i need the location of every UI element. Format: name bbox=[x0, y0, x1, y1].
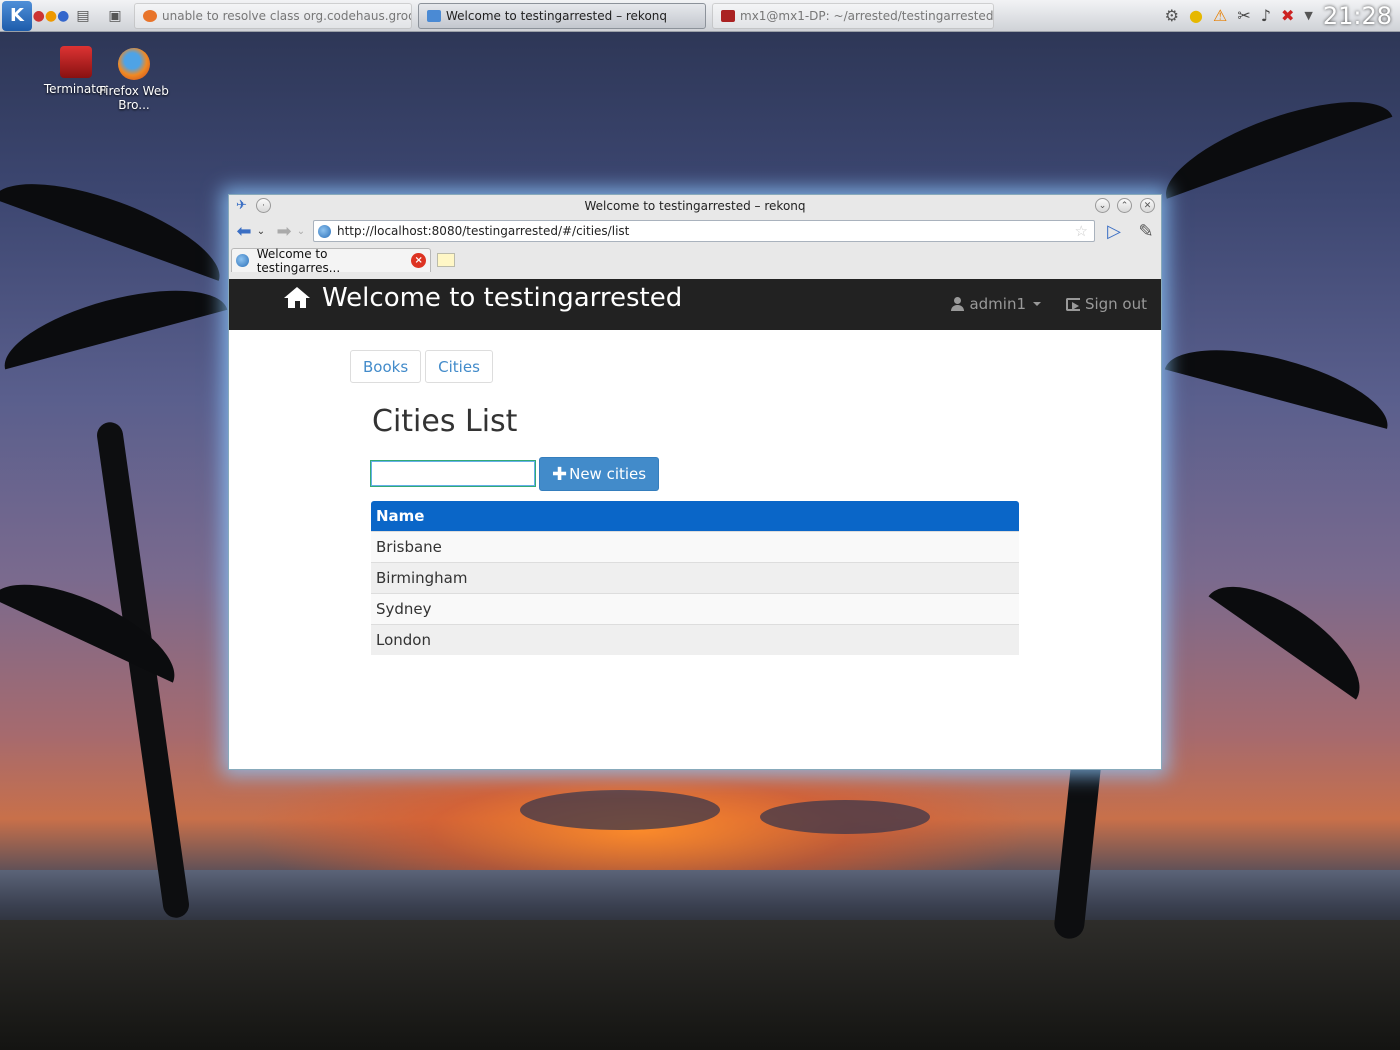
warning-icon[interactable]: ⚠ bbox=[1213, 6, 1227, 25]
kde-menu-icon[interactable]: K bbox=[2, 0, 32, 31]
taskbar: K ● ● ● ▤ ▣ unable to resolve class org.co… bbox=[0, 0, 1400, 32]
wallpaper-cloud bbox=[760, 800, 930, 834]
system-tray: ⚙ ● ⚠ ✂ ♪ ✖ ▼ 21:28 bbox=[1155, 0, 1400, 32]
tools-icon[interactable]: ✎ bbox=[1135, 220, 1157, 242]
wallpaper-cloud bbox=[520, 790, 720, 830]
filter-input[interactable] bbox=[370, 460, 536, 487]
bookmark-star-icon[interactable]: ☆ bbox=[1075, 222, 1088, 240]
desktop-icon-firefox[interactable]: Firefox Web Bro... bbox=[99, 48, 169, 112]
clock[interactable]: 21:28 bbox=[1323, 2, 1392, 30]
section-nav: Books Cities bbox=[350, 350, 497, 383]
home-icon bbox=[284, 287, 310, 309]
wallpaper-palm bbox=[95, 420, 191, 920]
task-label: unable to resolve class org.codehaus.gro… bbox=[162, 8, 411, 23]
tab-bar: Welcome to testingarres... × bbox=[229, 245, 1161, 275]
task-firefox[interactable]: unable to resolve class org.codehaus.gro… bbox=[134, 2, 412, 29]
volume-icon[interactable]: ♪ bbox=[1261, 6, 1271, 25]
wallpaper-ground bbox=[0, 920, 1400, 1050]
cities-table: Name Brisbane Birmingham Sydney London bbox=[371, 501, 1019, 655]
wallpaper-palm bbox=[1164, 330, 1398, 429]
browser-navbar: ⬅ ⌄ ➡ ⌄ http://localhost:8080/testingarr… bbox=[229, 217, 1161, 245]
window-title: Welcome to testingarrested – rekonq bbox=[584, 199, 806, 213]
browser-window: ✈ · Welcome to testingarrested – rekonq … bbox=[228, 194, 1162, 770]
site-brand[interactable]: Welcome to testingarrested bbox=[284, 283, 682, 313]
nav-pill-cities[interactable]: Cities bbox=[425, 350, 493, 383]
user-icon bbox=[951, 297, 965, 311]
firefox-icon bbox=[118, 48, 150, 80]
settings-icon[interactable]: ⚙ bbox=[1165, 6, 1179, 25]
tab-label: Welcome to testingarres... bbox=[256, 246, 341, 275]
browser-tab[interactable]: Welcome to testingarres... × bbox=[231, 246, 431, 275]
url-text: http://localhost:8080/testingarrested/#/… bbox=[337, 224, 630, 238]
back-history-icon[interactable]: ⌄ bbox=[255, 220, 267, 242]
table-row[interactable]: Birmingham bbox=[371, 562, 1019, 593]
terminal-icon bbox=[721, 9, 735, 22]
wallpaper-palm bbox=[1153, 79, 1393, 199]
username: admin1 bbox=[969, 295, 1026, 313]
wallpaper-palm bbox=[1208, 563, 1379, 700]
close-tab-icon[interactable]: × bbox=[411, 253, 426, 268]
globe-icon bbox=[236, 254, 249, 267]
notes-icon[interactable]: ▣ bbox=[102, 4, 128, 28]
back-icon[interactable]: ⬅ bbox=[233, 220, 255, 242]
go-icon[interactable]: ▷ bbox=[1103, 220, 1125, 242]
task-label: mx1@mx1-DP: ~/arrested/testingarrested bbox=[740, 8, 994, 23]
task-terminal[interactable]: mx1@mx1-DP: ~/arrested/testingarrested bbox=[712, 2, 994, 29]
column-header-name[interactable]: Name bbox=[371, 501, 1019, 531]
wallpaper-palm bbox=[0, 271, 228, 370]
terminator-icon bbox=[60, 46, 92, 78]
web-page: Welcome to testingarrested admin1 Sign o… bbox=[229, 279, 1161, 769]
new-tab-icon[interactable] bbox=[437, 253, 455, 267]
minimize-icon[interactable]: ⌄ bbox=[1095, 198, 1110, 213]
sign-out-link[interactable]: Sign out bbox=[1065, 295, 1147, 313]
task-rekonq[interactable]: Welcome to testingarrested – rekonq bbox=[418, 2, 706, 29]
plus-icon: ✚ bbox=[552, 463, 568, 485]
caret-down-icon bbox=[1033, 302, 1041, 306]
rekonq-icon bbox=[427, 9, 441, 22]
forward-icon[interactable]: ➡ bbox=[273, 220, 295, 242]
clipboard-scissors-icon[interactable]: ✂ bbox=[1237, 6, 1250, 25]
new-cities-button[interactable]: ✚ New cities bbox=[539, 457, 660, 491]
url-bar[interactable]: http://localhost:8080/testingarrested/#/… bbox=[313, 220, 1095, 242]
desktop-icon-label: Firefox Web Bro... bbox=[99, 84, 169, 112]
nav-pill-books[interactable]: Books bbox=[350, 350, 422, 383]
new-cities-label: New cities bbox=[569, 465, 647, 483]
file-manager-icon[interactable]: ▤ bbox=[70, 4, 96, 28]
globe-icon bbox=[318, 224, 331, 238]
table-row[interactable]: London bbox=[371, 624, 1019, 655]
activities-icon[interactable]: ● ● ● bbox=[33, 4, 70, 28]
lightbulb-icon[interactable]: ● bbox=[1189, 6, 1203, 25]
table-row[interactable]: Brisbane bbox=[371, 531, 1019, 562]
close-window-icon[interactable]: ✕ bbox=[1140, 198, 1155, 213]
task-label: Welcome to testingarrested – rekonq bbox=[446, 8, 668, 23]
sign-out-label: Sign out bbox=[1084, 295, 1147, 313]
firefox-icon bbox=[143, 9, 157, 22]
maximize-icon[interactable]: ⌃ bbox=[1117, 198, 1132, 213]
network-icon[interactable]: ✖ bbox=[1281, 6, 1294, 25]
sign-out-icon bbox=[1065, 297, 1080, 311]
brand-label: Welcome to testingarrested bbox=[322, 283, 683, 313]
page-title: Cities List bbox=[372, 404, 518, 439]
user-dropdown[interactable]: admin1 bbox=[951, 295, 1041, 313]
site-navbar: Welcome to testingarrested admin1 Sign o… bbox=[229, 279, 1161, 330]
forward-history-icon[interactable]: ⌄ bbox=[295, 220, 307, 242]
tray-expand-icon[interactable]: ▼ bbox=[1304, 9, 1312, 22]
wallpaper-palm bbox=[0, 561, 190, 683]
window-titlebar[interactable]: ✈ · Welcome to testingarrested – rekonq … bbox=[229, 195, 1161, 217]
table-row[interactable]: Sydney bbox=[371, 593, 1019, 624]
wallpaper-palm bbox=[0, 161, 233, 281]
